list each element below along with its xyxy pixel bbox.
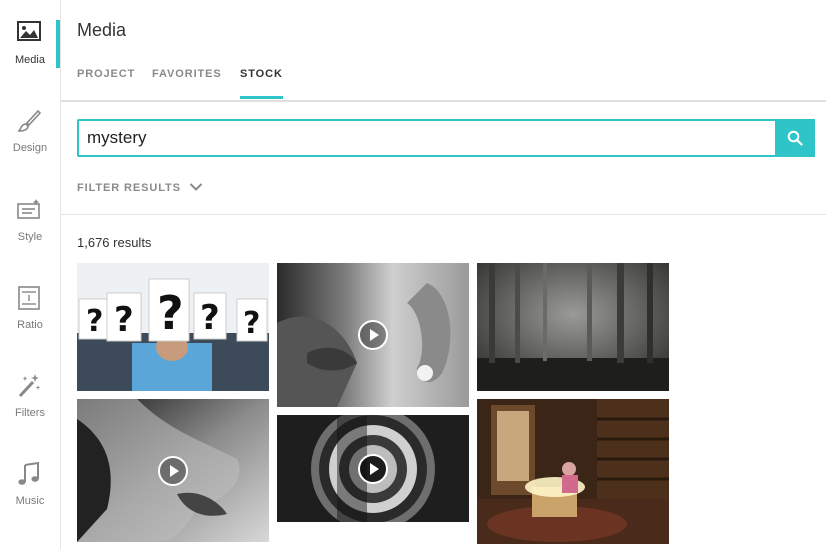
image-icon	[16, 20, 42, 46]
divider	[61, 100, 826, 102]
result-thumbnail-whisper-video[interactable]	[277, 263, 469, 407]
panel-title: Media	[77, 20, 127, 40]
music-note-icon	[16, 461, 42, 487]
result-thumbnail-face-video[interactable]	[77, 399, 269, 542]
filter-results-toggle[interactable]: FILTER RESULTS	[77, 178, 203, 194]
rail-item-label: Music	[15, 495, 45, 507]
chevron-down-icon	[189, 179, 203, 197]
filter-results-label: FILTER RESULTS	[77, 182, 181, 194]
rail-item-label: Filters	[15, 407, 45, 419]
rail-item-style[interactable]: Style	[0, 197, 60, 267]
play-icon	[358, 454, 388, 484]
results-count: 1,676 results	[77, 235, 152, 250]
result-thumbnail-question-cards[interactable]: ? ? ? ? ?	[77, 263, 269, 391]
brush-icon	[16, 108, 42, 134]
svg-text:?: ?	[243, 306, 260, 341]
rail-item-label: Media	[15, 54, 45, 66]
svg-text:?: ?	[157, 286, 184, 340]
result-thumbnail-foggy-forest[interactable]	[477, 263, 669, 391]
rail-item-music[interactable]: Music	[0, 461, 60, 531]
result-thumbnail-spiral-video[interactable]	[277, 415, 469, 522]
rail-item-ratio[interactable]: Ratio	[0, 285, 60, 355]
search-input[interactable]	[87, 127, 767, 149]
rail-item-label: Ratio	[17, 319, 43, 331]
tab-stock[interactable]: STOCK	[240, 68, 283, 80]
left-rail: Media Design Style Ratio Filters Music	[0, 0, 61, 549]
search-icon	[787, 130, 803, 151]
svg-text:?: ?	[200, 298, 220, 338]
active-tab-indicator	[240, 96, 283, 99]
rail-item-media[interactable]: Media	[0, 20, 60, 90]
magic-wand-icon	[16, 373, 42, 399]
search-box	[77, 119, 815, 157]
play-icon	[158, 456, 188, 486]
rail-item-design[interactable]: Design	[0, 108, 60, 178]
svg-text:?: ?	[86, 304, 103, 339]
rail-item-label: Design	[12, 142, 48, 154]
tab-favorites[interactable]: FAVORITES	[152, 68, 222, 80]
rail-item-filters[interactable]: Filters	[0, 373, 60, 443]
thumbnail-image	[477, 263, 669, 391]
result-thumbnail-glowing-box[interactable]	[477, 399, 669, 544]
svg-text:?: ?	[114, 300, 134, 340]
thumbnail-image	[477, 399, 669, 544]
thumbnail-image: ? ? ? ? ?	[77, 263, 269, 391]
ratio-icon	[16, 285, 42, 311]
rail-item-label: Style	[17, 231, 43, 243]
style-icon	[16, 197, 42, 223]
search-button[interactable]	[775, 119, 815, 157]
tab-project[interactable]: PROJECT	[77, 68, 135, 80]
play-icon	[358, 320, 388, 350]
divider	[61, 214, 826, 215]
